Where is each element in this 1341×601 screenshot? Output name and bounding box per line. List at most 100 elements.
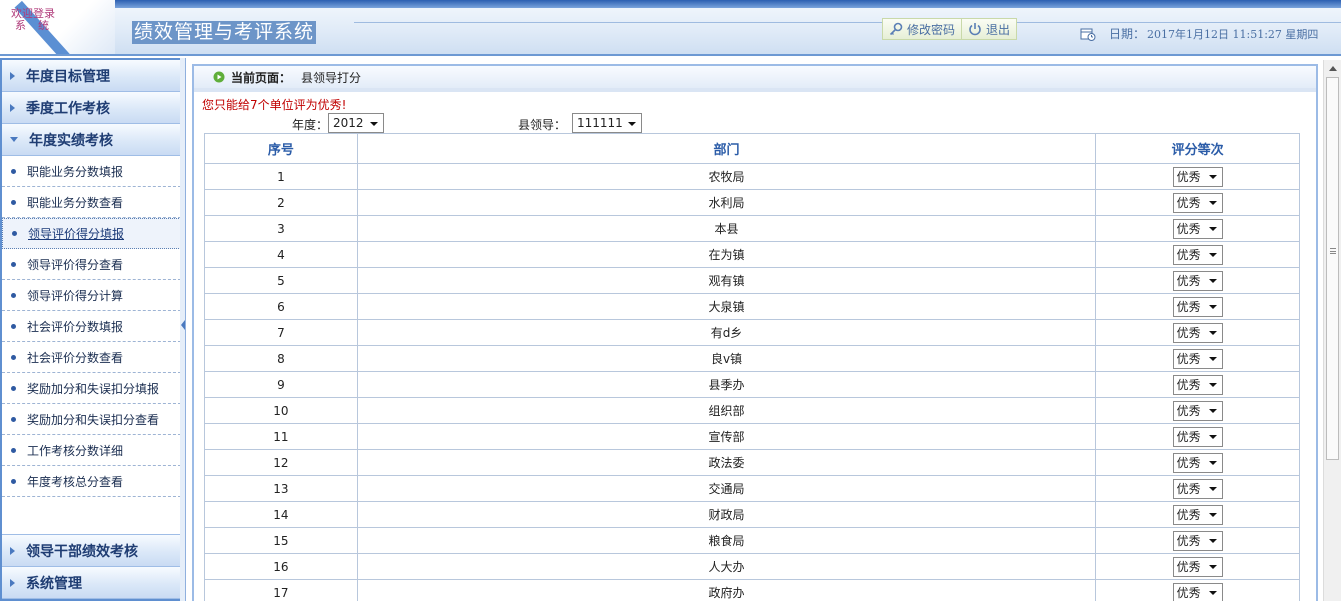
table-row: 4 在为镇 优秀 xyxy=(204,241,1300,268)
sidebar-nav: 年度目标管理 季度工作考核 年度实绩考核 职能业务分数填报 职能业务分数查看 领… xyxy=(0,58,183,601)
row-rank-cell: 优秀 xyxy=(1095,501,1300,528)
rank-select[interactable]: 优秀 xyxy=(1172,270,1223,291)
logout-button[interactable]: 退出 xyxy=(961,19,1016,39)
row-rank-cell: 优秀 xyxy=(1095,553,1300,580)
rank-select[interactable]: 优秀 xyxy=(1172,478,1223,499)
scrollbar-thumb[interactable] xyxy=(1326,77,1339,460)
row-rank-cell: 优秀 xyxy=(1095,319,1300,346)
sidebar-item-label: 奖励加分和失误扣分查看 xyxy=(27,412,160,427)
bullet-icon xyxy=(11,199,16,205)
row-department: 良v镇 xyxy=(356,345,1097,372)
header-top-band xyxy=(0,0,1341,8)
sidebar-item-function-score-view[interactable]: 职能业务分数查看 xyxy=(2,187,181,218)
table-row: 11 宣传部 优秀 xyxy=(204,423,1300,450)
menu-group-quarterly-review[interactable]: 季度工作考核 xyxy=(2,92,181,124)
rank-select[interactable]: 优秀 xyxy=(1172,582,1223,601)
rank-select-value: 优秀 xyxy=(1176,247,1201,262)
rank-select[interactable]: 优秀 xyxy=(1172,374,1223,395)
row-rank-cell: 优秀 xyxy=(1095,527,1300,554)
change-password-label: 修改密码 xyxy=(907,22,956,37)
row-number: 3 xyxy=(204,215,358,242)
table-row: 2 水利局 优秀 xyxy=(204,189,1300,216)
rank-select[interactable]: 优秀 xyxy=(1172,348,1223,369)
menu-group-annual-performance[interactable]: 年度实绩考核 xyxy=(2,124,181,156)
row-number: 4 xyxy=(204,241,358,268)
row-rank-cell: 优秀 xyxy=(1095,293,1300,320)
menu-group-leader-performance[interactable]: 领导干部绩效考核 xyxy=(2,535,181,567)
sidebar-item-social-score-entry[interactable]: 社会评价分数填报 xyxy=(2,311,181,342)
table-row: 6 大泉镇 优秀 xyxy=(204,293,1300,320)
rank-select[interactable]: 优秀 xyxy=(1172,192,1223,213)
chevron-down-icon xyxy=(1208,330,1217,335)
rank-select-value: 优秀 xyxy=(1176,455,1201,470)
menu-spacer xyxy=(2,497,181,535)
sidebar-item-bonus-penalty-entry[interactable]: 奖励加分和失误扣分填报 xyxy=(2,373,181,404)
leader-select[interactable]: 111111 xyxy=(572,113,642,133)
sidebar-item-label: 领导评价得分查看 xyxy=(27,257,124,272)
column-header-rank: 评分等次 xyxy=(1095,133,1300,164)
year-select[interactable]: 2012 xyxy=(328,113,384,133)
rank-select[interactable]: 优秀 xyxy=(1172,218,1223,239)
sidebar-item-leader-score-view[interactable]: 领导评价得分查看 xyxy=(2,249,181,280)
main-content: 当前页面： 县领导打分 您只能给7个单位评为优秀! 年度： 2012 县领导： … xyxy=(188,60,1322,601)
rank-select[interactable]: 优秀 xyxy=(1172,556,1223,577)
chevron-down-icon xyxy=(1208,278,1217,283)
chevron-down-icon xyxy=(1208,590,1217,595)
row-number: 9 xyxy=(204,371,358,398)
sidebar-item-label: 社会评价分数填报 xyxy=(27,319,124,334)
rank-select[interactable]: 优秀 xyxy=(1172,504,1223,525)
rank-select-value: 优秀 xyxy=(1176,429,1201,444)
top-button-group: 修改密码 退出 xyxy=(882,18,1018,40)
triangle-right-icon xyxy=(10,578,15,587)
rank-select-value: 优秀 xyxy=(1176,273,1201,288)
menu-group-label: 季度工作考核 xyxy=(26,100,110,117)
sidebar-item-leader-score-calc[interactable]: 领导评价得分计算 xyxy=(2,280,181,311)
table-row: 15 粮食局 优秀 xyxy=(204,527,1300,554)
bullet-icon xyxy=(12,231,17,236)
sidebar-item-label: 社会评价分数查看 xyxy=(27,350,124,365)
row-department: 有d乡 xyxy=(356,319,1097,346)
chevron-down-icon xyxy=(1208,564,1217,569)
bullet-icon xyxy=(11,292,16,298)
table-body: 1 农牧局 优秀 2 水利局 优秀 3 本县 优秀 4 在为镇 优秀 5 观有镇 优秀 6 大泉镇 优秀 7 有d乡优… xyxy=(204,163,1300,601)
rank-select[interactable]: 优秀 xyxy=(1172,166,1223,187)
row-department: 人大办 xyxy=(356,553,1097,580)
menu-group-annual-goals[interactable]: 年度目标管理 xyxy=(2,60,181,92)
chevron-down-icon xyxy=(1208,252,1217,257)
chevron-down-icon xyxy=(1208,460,1217,465)
sidebar-item-social-score-view[interactable]: 社会评价分数查看 xyxy=(2,342,181,373)
leader-label: 县领导： xyxy=(518,118,567,132)
scroll-up-icon[interactable] xyxy=(1329,66,1337,71)
rank-select-value: 优秀 xyxy=(1176,195,1201,210)
row-department: 宣传部 xyxy=(356,423,1097,450)
sidebar-item-label: 工作考核分数详细 xyxy=(27,443,124,458)
collapse-arrow-icon[interactable] xyxy=(181,320,185,330)
column-header-dept: 部门 xyxy=(356,133,1097,164)
vertical-scrollbar[interactable] xyxy=(1323,60,1341,601)
sidebar-item-leader-score-entry[interactable]: 领导评价得分填报 xyxy=(2,218,181,249)
triangle-down-icon xyxy=(10,137,18,142)
rank-select[interactable]: 优秀 xyxy=(1172,426,1223,447)
sidebar-item-annual-total-view[interactable]: 年度考核总分查看 xyxy=(2,466,181,497)
menu-group-label: 领导干部绩效考核 xyxy=(26,543,138,560)
rank-select[interactable]: 优秀 xyxy=(1172,244,1223,265)
sidebar-item-work-score-detail[interactable]: 工作考核分数详细 xyxy=(2,435,181,466)
rank-select[interactable]: 优秀 xyxy=(1172,530,1223,551)
table-row: 8 良v镇 优秀 xyxy=(204,345,1300,372)
rank-select[interactable]: 优秀 xyxy=(1172,452,1223,473)
rank-select[interactable]: 优秀 xyxy=(1172,322,1223,343)
date-label: 日期： xyxy=(1109,27,1146,41)
play-circle-icon xyxy=(213,71,225,83)
sidebar-item-bonus-penalty-view[interactable]: 奖励加分和失误扣分查看 xyxy=(2,404,181,435)
menu-group-system-admin[interactable]: 系统管理 xyxy=(2,567,181,599)
rank-select-value: 优秀 xyxy=(1176,533,1201,548)
row-rank-cell: 优秀 xyxy=(1095,345,1300,372)
rank-select[interactable]: 优秀 xyxy=(1172,400,1223,421)
sidebar-item-function-score-entry[interactable]: 职能业务分数填报 xyxy=(2,156,181,187)
bullet-icon xyxy=(11,416,16,422)
table-row: 12 政法委 优秀 xyxy=(204,449,1300,476)
grip-icon xyxy=(1330,248,1336,254)
row-number: 10 xyxy=(204,397,358,424)
rank-select[interactable]: 优秀 xyxy=(1172,296,1223,317)
change-password-button[interactable]: 修改密码 xyxy=(883,19,961,39)
